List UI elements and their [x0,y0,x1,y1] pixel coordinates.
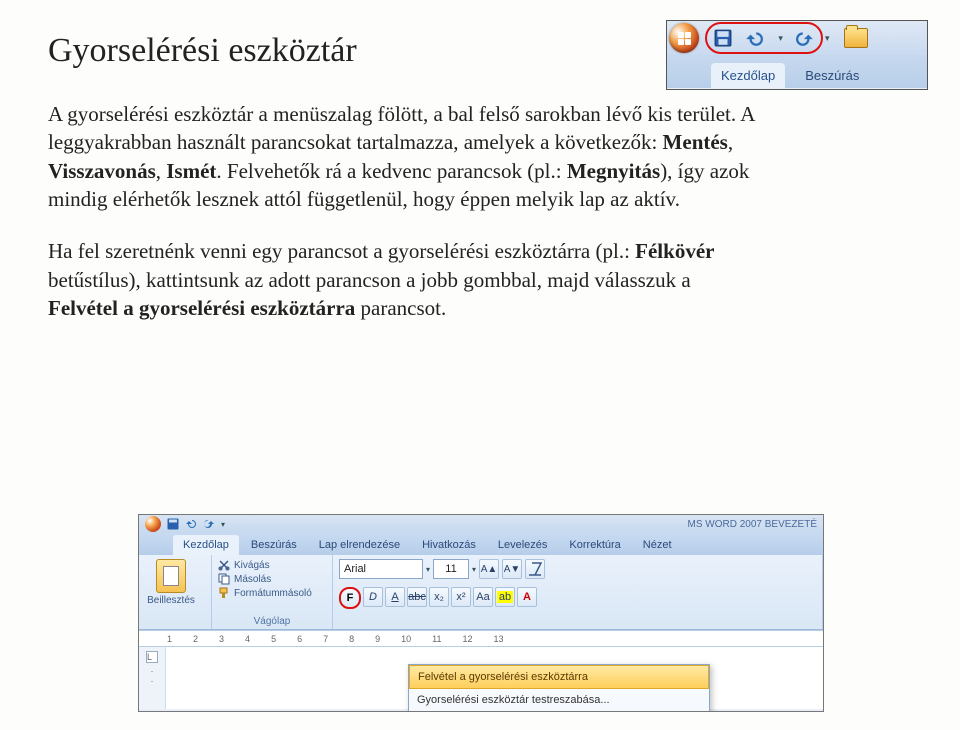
ruler-tick: 7 [323,634,328,644]
p2-felvetel: Felvétel a gyorselérési eszköztárra [48,296,355,320]
chevron-down-icon[interactable]: ▾ [426,565,430,574]
font-color-button[interactable]: A [517,587,537,607]
paste-label: Beillesztés [147,595,195,606]
qat-customize-dropdown-icon[interactable]: ▾ [825,33,830,44]
tab-beszuras-big[interactable]: Beszúrás [241,535,307,555]
office-button[interactable] [669,23,699,53]
redo-icon-small[interactable] [203,518,215,530]
ruler-tick: 9 [375,634,380,644]
window-title-text: MS WORD 2007 BEVEZETÉ [688,519,817,530]
paragraph-2: Ha fel szeretnénk venni egy parancsot a … [48,237,758,322]
p1-c: , [728,130,733,154]
copy-button[interactable]: Másolás [218,573,326,585]
ruler-tick: 3 [219,634,224,644]
qat-strip: ▾ ▾ [667,21,927,55]
undo-icon[interactable] [745,29,763,47]
quick-access-toolbar-figure: ▾ ▾ Kezdőlap Beszúrás [666,20,928,90]
ribbon-content: Beillesztés Kivágás Másolás Formátummáso… [139,555,823,630]
p1-mentes: Mentés [663,130,728,154]
paste-group: Beillesztés [139,555,212,629]
ruler-tick: 5 [271,634,276,644]
paste-icon [156,559,186,593]
p1-a: A gyorselérési eszköztár a menüszalag fö… [48,102,754,154]
copy-label: Másolás [234,574,271,585]
context-menu: Felvétel a gyorselérési eszköztárra Gyor… [408,664,710,712]
qat-highlight-oval: ▾ [705,22,823,54]
tab-selector-icon[interactable]: L [146,651,158,663]
tab-levelezes[interactable]: Levelezés [488,535,558,555]
clipboard-group-label: Vágólap [218,616,326,627]
p2-felkover: Félkövér [635,239,714,263]
tab-kezdolap-big[interactable]: Kezdőlap [173,535,239,555]
clipboard-group: Kivágás Másolás Formátummásoló Vágólap [212,555,333,629]
tab-kezdolap[interactable]: Kezdőlap [711,63,785,88]
save-icon-small[interactable] [167,518,179,530]
shrink-font-button[interactable]: A▼ [502,559,522,579]
cut-button[interactable]: Kivágás [218,559,326,571]
menu-item-customize-qat[interactable]: Gyorselérési eszköztár testreszabása... [409,689,709,712]
p2-e: parancsot. [355,296,446,320]
font-group: Arial ▾ 11 ▾ A▲ A▼ F D A abc x₂ x² Aa ab… [333,555,823,629]
vertical-ruler: L ·· [139,647,166,709]
ruler-tick: 4 [245,634,250,644]
bold-button[interactable]: F [339,587,361,609]
ruler-tick: 12 [463,634,473,644]
open-folder-icon[interactable] [844,28,868,48]
p2-c: betűstílus), kattintsunk az adott paranc… [48,268,691,292]
qat-dropdown-small-icon[interactable]: ▾ [221,520,225,529]
ruler-tick: 1 [167,634,172,644]
undo-icon-small[interactable] [185,518,197,530]
undo-dropdown-icon[interactable]: ▾ [778,33,783,44]
highlight-button[interactable]: ab [495,587,515,607]
p1-visszavonas: Visszavonás [48,159,156,183]
font-size-dropdown[interactable]: 11 [433,559,469,579]
chevron-down-icon[interactable]: ▾ [472,565,476,574]
grow-font-button[interactable]: A▲ [479,559,499,579]
italic-button[interactable]: D [363,587,383,607]
p1-e: , [156,159,167,183]
clear-format-button[interactable] [525,559,545,579]
paste-button[interactable]: Beillesztés [145,559,197,606]
tab-beszuras[interactable]: Beszúrás [795,63,869,88]
ruler-tick: 8 [349,634,354,644]
font-name-dropdown[interactable]: Arial [339,559,423,579]
ruler-tick: 13 [494,634,504,644]
tab-korrektura[interactable]: Korrektúra [559,535,630,555]
body-text: A gyorselérési eszköztár a menüszalag fö… [48,100,758,346]
qat-ribbon-tabs: Kezdőlap Beszúrás [667,55,927,88]
cut-label: Kivágás [234,560,270,571]
save-icon[interactable] [714,29,732,47]
p1-g: . Felvehetők rá a kedvenc parancsok (pl.… [216,159,566,183]
underline-button[interactable]: A [385,587,405,607]
change-case-button[interactable]: Aa [473,587,493,607]
menu-item-add-to-qat[interactable]: Felvétel a gyorselérési eszköztárra [409,665,709,689]
horizontal-ruler: 1 2 3 4 5 6 7 8 9 10 11 12 13 [139,630,823,647]
ruler-tick: 10 [401,634,411,644]
ribbon-tabs: Kezdőlap Beszúrás Lap elrendezése Hivatk… [139,533,823,555]
strikethrough-button[interactable]: abc [407,587,427,607]
subscript-button[interactable]: x₂ [429,587,449,607]
p1-ismet: Ismét [166,159,216,183]
ribbon-context-menu-figure: ▾ MS WORD 2007 BEVEZETÉ Kezdőlap Beszúrá… [138,514,824,712]
ruler-tick: 6 [297,634,302,644]
ruler-tick: 11 [432,634,441,644]
p1-megnyitas: Megnyitás [567,159,660,183]
format-painter-label: Formátummásoló [234,588,312,599]
tab-lapelrendezese[interactable]: Lap elrendezése [309,535,410,555]
tab-nezet[interactable]: Nézet [633,535,682,555]
page-title: Gyorselérési eszköztár [48,32,357,70]
p2-a: Ha fel szeretnénk venni egy parancsot a … [48,239,635,263]
superscript-button[interactable]: x² [451,587,471,607]
window-titlebar: ▾ MS WORD 2007 BEVEZETÉ [139,515,823,533]
tab-hivatkozas[interactable]: Hivatkozás [412,535,486,555]
office-button-small[interactable] [145,516,161,532]
paragraph-1: A gyorselérési eszköztár a menüszalag fö… [48,100,758,213]
redo-icon[interactable] [796,29,814,47]
ruler-tick: 2 [193,634,198,644]
format-painter-button[interactable]: Formátummásoló [218,587,326,599]
